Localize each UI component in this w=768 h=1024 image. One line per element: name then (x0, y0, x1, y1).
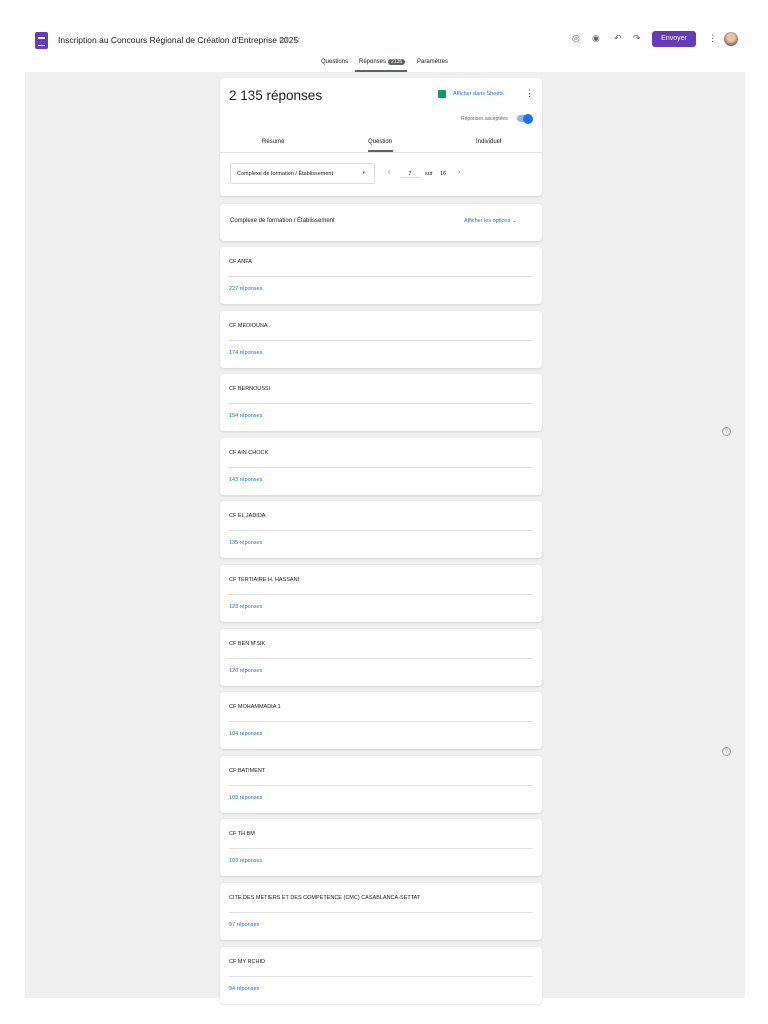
view-in-sheets-link[interactable]: Afficher dans Sheets (453, 91, 504, 97)
prev-question-icon[interactable]: ‹ (388, 169, 390, 176)
answer-card: CF BATIMENT 103 réponses (220, 755, 542, 813)
app-header: Inscription au Concours Régional de Créa… (25, 25, 745, 72)
page-input[interactable]: 7 (400, 171, 420, 178)
form-title[interactable]: Inscription au Concours Régional de Créa… (58, 35, 298, 45)
subtab-summary[interactable]: Résumé (262, 139, 284, 145)
responses-count-badge: 2135 (388, 59, 406, 65)
preview-eye-icon[interactable]: ◉ (592, 33, 600, 44)
divider (229, 848, 533, 850)
summary-card: 2 135 réponses Afficher dans Sheets ⋮ Ré… (220, 78, 542, 196)
tab-responses-label: Réponses (359, 59, 387, 65)
undo-icon[interactable]: ↶ (614, 33, 622, 44)
answer-card: CITE DES METIERS ET DES COMPETENCE (CMC)… (220, 883, 542, 940)
folder-icon[interactable]: ▭ (279, 34, 288, 45)
answer-card: CF BERNOUSSI 154 réponses (220, 374, 542, 432)
palette-icon[interactable]: ◎ (572, 33, 580, 44)
divider (220, 152, 542, 153)
divider (229, 975, 533, 977)
answer-label: CF BERNOUSSI (229, 386, 271, 393)
accepting-responses-label: Réponses acceptées (461, 116, 508, 122)
question-title: Complexe de formation / Établissement (230, 218, 335, 224)
answer-count-link[interactable]: 103 réponses (229, 858, 262, 864)
forms-logo-icon[interactable] (35, 32, 48, 49)
answer-count-link[interactable]: 97 réponses (229, 922, 259, 928)
answer-count-link[interactable]: 123 réponses (229, 604, 262, 610)
answer-count-link[interactable]: 120 réponses (229, 668, 262, 674)
divider (229, 466, 533, 468)
subtab-individual[interactable]: Individuel (476, 139, 501, 145)
question-card: Complexe de formation / Établissement Af… (220, 204, 542, 241)
of-label: sur (425, 171, 433, 177)
divider (229, 403, 533, 405)
answer-card: CF MEDIOUNA 174 réponses (220, 310, 542, 368)
avatar[interactable] (724, 32, 738, 46)
answer-card: CF MY RCHID 94 réponses (220, 946, 542, 1004)
divider (229, 530, 533, 532)
show-options-label: Afficher les options (464, 218, 511, 224)
divider (229, 912, 533, 913)
answer-label: CF AIN CHOCK (229, 449, 269, 456)
answer-card: CF EL JADIDA 135 réponses (220, 501, 542, 559)
answer-label: CF TERTIAIRE H. HASSANI (229, 577, 300, 583)
answer-label: CF ANFA (229, 259, 252, 265)
answer-label: CITE DES METIERS ET DES COMPETENCE (CMC)… (229, 895, 421, 901)
help-icon[interactable]: ? (722, 747, 731, 756)
more-vert-icon[interactable]: ⋮ (708, 33, 717, 44)
answer-label: CF MEDIOUNA (229, 322, 268, 329)
more-vert-icon[interactable]: ⋮ (525, 88, 534, 99)
dropdown-arrow-icon: ▾ (362, 170, 365, 176)
total-responses: 2 135 réponses (229, 88, 323, 103)
answer-card: CF MOHAMMADIA 1 104 réponses (220, 692, 542, 750)
answer-card: CF TERTIAIRE H. HASSANI 123 réponses (220, 565, 542, 622)
answer-count-link[interactable]: 103 réponses (229, 795, 262, 801)
divider (229, 276, 533, 277)
answer-card: CF BEN M'SIK 120 réponses (220, 628, 542, 686)
question-select-value: Complexe de formation / Établissement (237, 171, 333, 177)
answer-count-link[interactable]: 104 réponses (229, 731, 262, 737)
answer-label: CF MY RCHID (229, 958, 265, 965)
divider (229, 721, 533, 723)
redo-icon[interactable]: ↷ (633, 33, 641, 44)
answer-count-link[interactable]: 143 réponses (229, 477, 262, 483)
tab-settings[interactable]: Paramètres (417, 59, 448, 65)
answer-count-link[interactable]: 174 réponses (229, 350, 262, 356)
total-pages: 16 (440, 171, 447, 177)
answer-label: CF TH BM (229, 831, 255, 838)
question-select[interactable]: Complexe de formation / Établissement ▾ (230, 163, 375, 184)
chevron-down-icon: ⌄ (511, 218, 517, 224)
send-button[interactable]: Envoyer (652, 31, 696, 47)
sheets-icon[interactable] (438, 90, 446, 98)
answer-label: CF BEN M'SIK (229, 640, 266, 647)
tab-questions[interactable]: Questions (321, 59, 348, 65)
answer-count-link[interactable]: 94 réponses (229, 986, 259, 992)
answer-count-link[interactable]: 227 réponses (229, 286, 262, 292)
divider (229, 657, 533, 659)
divider (229, 784, 533, 786)
answer-label: CF EL JADIDA (229, 513, 266, 520)
tab-responses[interactable]: Réponses 2135 (359, 59, 406, 65)
star-icon[interactable]: ☆ (293, 34, 301, 45)
divider (229, 594, 533, 595)
answer-card: CF TH BM 103 réponses (220, 819, 542, 877)
answer-label: CF BATIMENT (229, 767, 266, 774)
next-question-icon[interactable]: › (458, 169, 460, 176)
show-options-link[interactable]: Afficher les options ⌄ (464, 218, 517, 224)
answer-count-link[interactable]: 135 réponses (229, 540, 262, 546)
answer-label: CF MOHAMMADIA 1 (229, 704, 281, 711)
subtab-question[interactable]: Question (368, 139, 392, 145)
help-icon[interactable]: ? (722, 427, 731, 436)
answer-count-link[interactable]: 154 réponses (229, 413, 262, 419)
answer-card: CF ANFA 227 réponses (220, 247, 542, 304)
answer-card: CF AIN CHOCK 143 réponses (220, 437, 542, 495)
divider (229, 339, 533, 341)
accepting-responses-toggle[interactable] (517, 113, 533, 124)
